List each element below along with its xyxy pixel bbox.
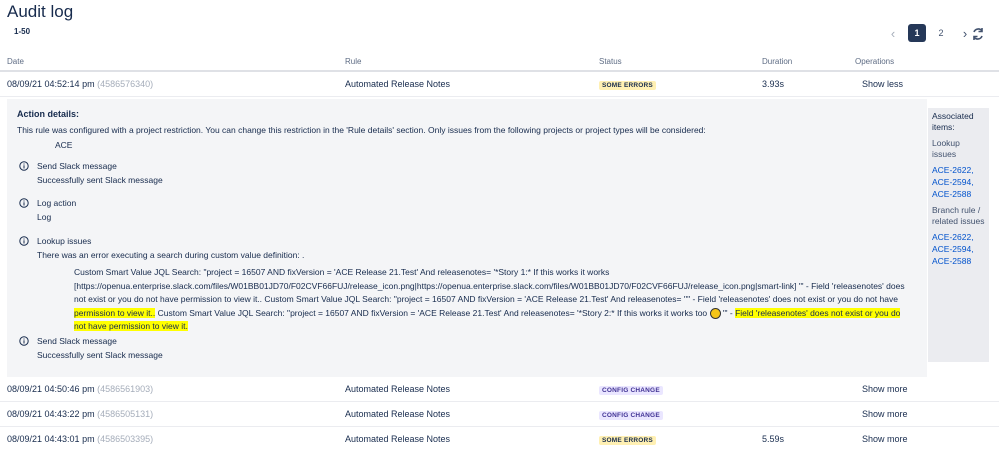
show-less-link[interactable]: Show less [862,79,903,89]
table-header: Date Rule Status Duration Operations [0,56,999,72]
issue-link[interactable]: ACE-2594, [932,244,974,256]
status-badge: CONFIG CHANGE [599,384,663,395]
info-icon [19,336,29,346]
col-duration: Duration [762,57,793,66]
branch-label-2: related issues [932,216,985,226]
table-row: 08/09/21 04:43:22 pm (4586505131) Automa… [0,402,999,427]
associated-items-panel: Associated items: Lookup issues ACE-2622… [928,108,989,362]
issue-link[interactable]: ACE-2588 [932,189,971,201]
show-more-link[interactable]: Show more [862,434,908,444]
row-duration: 5.59s [762,434,785,444]
issue-link[interactable]: ACE-2588 [932,256,971,268]
associated-title-2: items: [932,122,955,132]
result-range: 1-50 [14,27,31,36]
row-rule: Automated Release Notes [345,79,451,89]
table-row: 08/09/21 04:50:46 pm (4586561903) Automa… [0,377,999,402]
branch-label: Branch rule / [932,205,981,215]
chevron-left-icon[interactable]: ‹ [884,24,902,42]
issue-link[interactable]: ACE-2622, [932,165,974,177]
step-sub: Successfully sent Slack message [37,175,163,185]
col-status: Status [599,57,622,66]
lookup-error: There was an error executing a search du… [37,250,305,260]
info-icon [19,236,29,246]
info-icon [19,161,29,171]
col-rule: Rule [345,57,362,66]
details-title: Action details: [17,109,80,119]
row-rule: Automated Release Notes [345,434,451,444]
associated-title: Associated [932,111,974,121]
lookup-label-2: issues [932,149,957,159]
details-project: ACE [55,140,73,150]
refresh-icon[interactable] [970,26,986,42]
page-1-button[interactable]: 1 [908,24,926,42]
table-row: 08/09/21 04:52:14 pm (4586576340) Automa… [0,72,999,97]
details-description: This rule was configured with a project … [17,125,706,135]
show-more-link[interactable]: Show more [862,409,908,419]
page-title: Audit log [7,2,74,21]
step-label: Send Slack message [37,161,117,171]
row-rule: Automated Release Notes [345,384,451,394]
lookup-message: Custom Smart Value JQL Search: "project … [74,267,905,332]
table-row: 08/09/21 04:43:01 pm (4586503395) Automa… [0,427,999,451]
smiley-emoji-icon [709,308,721,320]
step-sub: Log [37,212,52,222]
col-operations: Operations [855,57,895,66]
status-badge: SOME ERRORS [599,434,656,445]
issue-link[interactable]: ACE-2594, [932,177,974,189]
issue-link[interactable]: ACE-2622, [932,232,974,244]
show-more-link[interactable]: Show more [862,384,908,394]
step-label: Send Slack message [37,336,117,346]
row-rule: Automated Release Notes [345,409,451,419]
status-badge: CONFIG CHANGE [599,409,663,420]
lookup-label: Lookup [932,138,960,148]
col-date: Date [7,57,24,66]
row-date: 08/09/21 04:43:22 pm (4586505131) [7,409,154,419]
row-date: 08/09/21 04:43:01 pm (4586503395) [7,434,154,444]
row-duration: 3.93s [762,79,785,89]
step-sub: Successfully sent Slack message [37,350,163,360]
step-label: Log action [37,198,77,208]
action-details-panel: Action details: This rule was configured… [7,99,927,377]
page-2-button[interactable]: 2 [932,24,950,42]
status-badge: SOME ERRORS [599,79,656,90]
row-date: 08/09/21 04:52:14 pm (4586576340) [7,79,154,89]
pagination: ‹ 1 2 › [884,24,974,42]
row-date: 08/09/21 04:50:46 pm (4586561903) [7,384,154,394]
step-label: Lookup issues [37,236,92,246]
info-icon [19,198,29,208]
